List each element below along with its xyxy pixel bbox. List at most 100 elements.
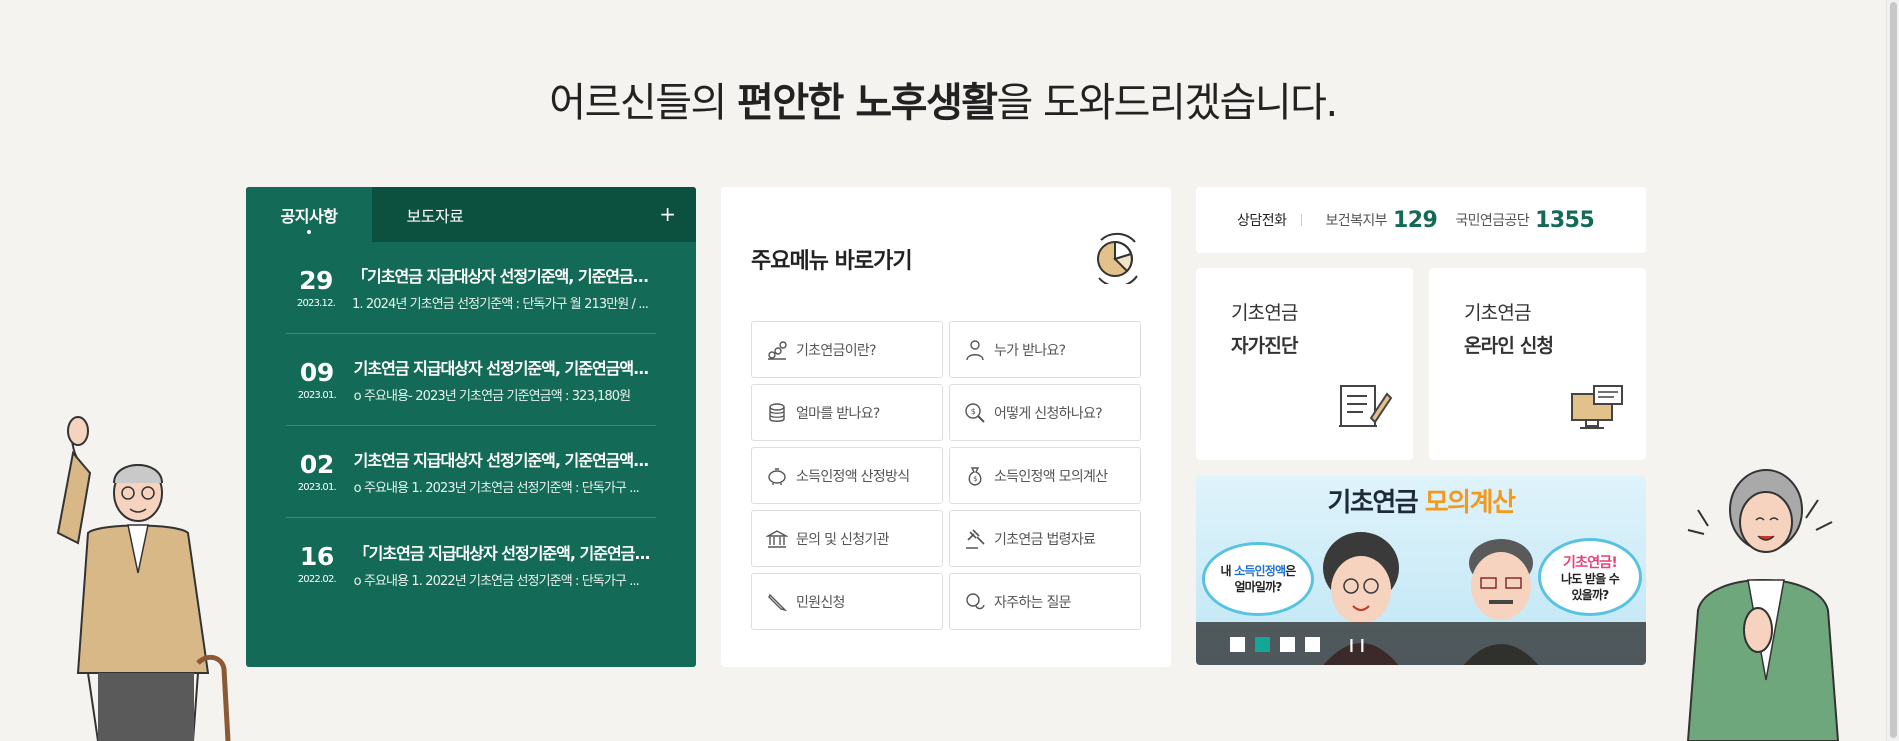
- menu-inquiry-agency-button[interactable]: 문의 및 신청기관: [751, 510, 943, 567]
- svg-text:$: $: [971, 407, 976, 416]
- pause-icon[interactable]: ❙❙: [1346, 638, 1368, 653]
- menu-faq-button[interactable]: 자주하는 질문: [949, 573, 1141, 630]
- notice-summary: o 주요내용 1. 2023년 기초연금 선정기준액 : 단독가구 ...: [353, 481, 640, 496]
- slide-indicator-2[interactable]: [1255, 637, 1270, 652]
- person-icon: [966, 339, 984, 360]
- headline-bold: 편안한 노후생활: [737, 80, 998, 126]
- bubble-left-pre: 내: [1220, 564, 1235, 578]
- notice-list: 29 2023.12. 「기초연금 지급대상자 선정기준액, 기준연금액... …: [246, 242, 696, 610]
- coin-stack-icon: [769, 402, 785, 422]
- main-menu-title: 주요메뉴 바로가기: [751, 243, 913, 275]
- banner-controls: ❙❙: [1196, 622, 1646, 665]
- bubble-right-line1: 기초연금!: [1563, 555, 1618, 571]
- pie-chart-icon: [1097, 232, 1138, 284]
- notice-summary: 1. 2024년 기초연금 선정기준액 : 단독가구 월 213만원 / ...: [352, 297, 649, 312]
- phone-number-mohw[interactable]: 129: [1393, 208, 1438, 233]
- phone-divider: [1300, 214, 1302, 226]
- money-bag-icon: $: [968, 466, 982, 486]
- main-menu-title-bold: 주요메뉴: [751, 249, 829, 274]
- pension-simulation-banner[interactable]: 기초연금 모의계산 내 소득인정액은 얼마일까? 기초연금! 나도 받을 수 있…: [1196, 476, 1646, 665]
- page-scrollbar[interactable]: [1886, 0, 1899, 741]
- slide-indicator-3[interactable]: [1280, 637, 1295, 652]
- elderly-woman-clapping-illustration: [1686, 469, 1840, 741]
- notice-title[interactable]: 「기초연금 지급대상자 선정기준액, 기준연금...: [354, 540, 656, 564]
- menu-button-label: 소득인정액 모의계산: [994, 468, 1108, 485]
- banner-title-main: 기초연금: [1327, 488, 1425, 518]
- main-menu-title-rest: 바로가기: [827, 249, 913, 274]
- search-coin-icon: $: [965, 402, 985, 423]
- self-diagnosis-card[interactable]: 기초연금 자가진단: [1196, 268, 1413, 460]
- menu-button-label: 문의 및 신청기관: [796, 531, 889, 548]
- scrollbar-thumb[interactable]: [1890, 2, 1897, 738]
- notice-date: 09 2023.01.: [286, 358, 348, 401]
- slide-indicator-1[interactable]: [1230, 637, 1245, 652]
- notice-title[interactable]: 「기초연금 지급대상자 선정기준액, 기준연금액...: [352, 263, 656, 287]
- notice-item[interactable]: 02 2023.01. 기초연금 지급대상자 선정기준액, 기준연금액... o…: [286, 426, 656, 518]
- menu-button-label: 기초연금 법령자료: [994, 531, 1096, 548]
- menu-button-label: 소득인정액 산정방식: [796, 468, 910, 485]
- notice-text: 기초연금 지급대상자 선정기준액, 기준연금액... o 주요내용- 2023년…: [348, 355, 656, 404]
- more-plus-icon[interactable]: +: [659, 202, 676, 226]
- notice-summary: o 주요내용- 2023년 기초연금 기준연금액 : 323,180원: [353, 389, 631, 404]
- menu-income-method-button[interactable]: 소득인정액 산정방식: [751, 447, 943, 504]
- svg-text:$: $: [973, 475, 977, 483]
- notice-year-month: 2022.02.: [297, 574, 337, 585]
- notice-item[interactable]: 16 2022.02. 「기초연금 지급대상자 선정기준액, 기준연금... o…: [286, 518, 656, 610]
- notice-text: 「기초연금 지급대상자 선정기준액, 기준연금액... 1. 2024년 기초연…: [346, 263, 656, 312]
- menu-who-receives-button[interactable]: 누가 받나요?: [949, 321, 1141, 378]
- phone-org-nps: 국민연금공단: [1455, 213, 1530, 229]
- menu-law-data-button[interactable]: 기초연금 법령자료: [949, 510, 1141, 567]
- card-line1: 기초연금: [1231, 302, 1299, 324]
- menu-button-label: 누가 받나요?: [994, 342, 1066, 359]
- notice-year-month: 2023.12.: [296, 297, 336, 309]
- bubble-left-highlight: 소득인정액: [1234, 564, 1286, 578]
- notice-day: 29: [299, 265, 333, 295]
- bubble-left-line1: 내 소득인정액은: [1205, 563, 1311, 579]
- notice-date: 16 2022.02.: [286, 542, 348, 586]
- notice-date: 02 2023.01.: [286, 449, 348, 493]
- coins-chart-icon: [768, 340, 787, 360]
- notice-title[interactable]: 기초연금 지급대상자 선정기준액, 기준연금액...: [354, 447, 656, 471]
- slide-indicator-4[interactable]: [1305, 637, 1320, 652]
- online-application-card[interactable]: 기초연금 온라인 신청: [1429, 268, 1646, 460]
- menu-how-much-button[interactable]: 얼마를 받나요?: [751, 384, 943, 441]
- phone-number-nps[interactable]: 1355: [1535, 208, 1595, 233]
- chat-bubbles-icon: [966, 592, 985, 609]
- notice-year-month: 2023.01.: [297, 481, 337, 493]
- menu-button-label: 민원신청: [796, 594, 845, 611]
- notice-tabs: 공지사항 보도자료 +: [246, 187, 696, 242]
- bubble-left-post: 은: [1285, 564, 1296, 578]
- notice-day: 16: [299, 542, 334, 571]
- menu-button-label: 어떻게 신청하나요?: [994, 405, 1103, 422]
- menu-what-is-pension-button[interactable]: 기초연금이란?: [751, 321, 943, 378]
- bubble-right-line2: 나도 받을 수: [1561, 572, 1620, 586]
- notice-summary: o 주요내용 1. 2022년 기초연금 선정기준액 : 단독가구 ...: [353, 573, 640, 589]
- card-line2: 온라인 신청: [1464, 335, 1554, 357]
- phone-org-mohw: 보건복지부: [1325, 213, 1388, 229]
- tab-notice[interactable]: 공지사항: [246, 187, 372, 242]
- card-line2: 자가진단: [1231, 335, 1299, 357]
- menu-civil-petition-button[interactable]: 민원신청: [751, 573, 943, 630]
- notice-title[interactable]: 기초연금 지급대상자 선정기준액, 기준연금액...: [354, 355, 656, 379]
- bank-building-icon: [766, 529, 788, 548]
- computer-chat-icon: [1571, 385, 1623, 429]
- notice-item[interactable]: 09 2023.01. 기초연금 지급대상자 선정기준액, 기준연금액... o…: [286, 334, 656, 426]
- elderly-man-waving-illustration: [56, 416, 231, 741]
- notice-panel: 공지사항 보도자료 + 29 2023.12. 「기초연금 지급대상자 선정기준…: [246, 187, 696, 667]
- headline-post: 을 도와드리겠습니다.: [996, 80, 1339, 126]
- checklist-pen-icon: [1339, 385, 1393, 427]
- main-menu-grid: 기초연금이란? 누가 받나요? 얼마를 받나요? $ 어떻게 신청하나요? 소득…: [751, 321, 1141, 630]
- card-line1: 기초연금: [1464, 302, 1532, 324]
- phone-label: 상담전화: [1237, 213, 1287, 229]
- menu-how-apply-button[interactable]: $ 어떻게 신청하나요?: [949, 384, 1141, 441]
- pen-icon: [768, 593, 788, 611]
- menu-income-simulation-button[interactable]: $ 소득인정액 모의계산: [949, 447, 1141, 504]
- notice-item[interactable]: 29 2023.12. 「기초연금 지급대상자 선정기준액, 기준연금액... …: [286, 242, 656, 334]
- menu-button-label: 얼마를 받나요?: [796, 405, 880, 422]
- bubble-left-line2: 얼마일까?: [1234, 580, 1282, 594]
- notice-day: 02: [299, 449, 334, 479]
- banner-title-accent: 모의계산: [1424, 488, 1516, 518]
- banner-title: 기초연금 모의계산: [1196, 482, 1646, 519]
- gavel-icon: [966, 528, 985, 549]
- tab-press[interactable]: 보도자료: [372, 187, 498, 242]
